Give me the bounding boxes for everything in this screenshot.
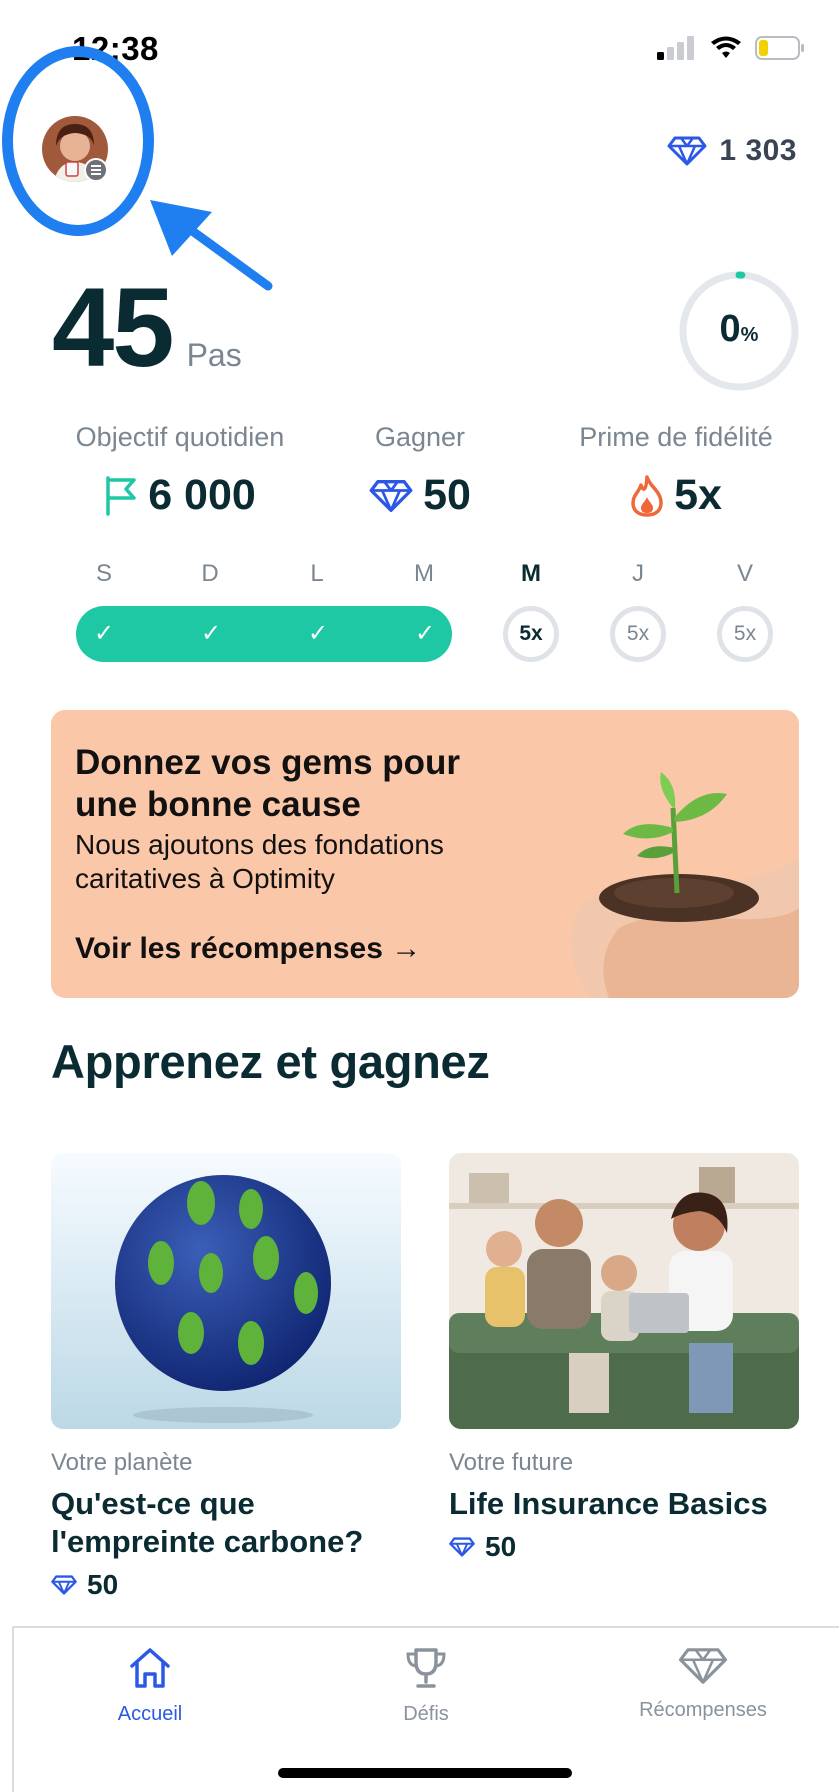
carbon-footprint-image [51, 1153, 401, 1429]
section-title: Apprenez et gagnez [51, 1035, 490, 1088]
signal-icon [657, 36, 694, 60]
day-label: L [310, 560, 324, 587]
step-count: 45 [52, 265, 175, 390]
home-indicator [278, 1768, 572, 1778]
status-time: 12:38 [72, 30, 159, 67]
gem-icon [678, 1648, 728, 1684]
view-rewards-link[interactable]: Voir les récompenses → [75, 932, 421, 966]
flame-icon [631, 474, 663, 517]
promo-title: Donnez vos gems pour une bonne cause [75, 743, 461, 824]
gem-icon [51, 1575, 77, 1595]
step-counter: 45 Pas [52, 272, 242, 384]
check-icon: ✓ [200, 620, 222, 647]
card-category: Votre planète [51, 1449, 193, 1476]
progress-percent: 0% [678, 308, 800, 351]
stat-earn: Gagner 50 [320, 422, 520, 520]
card-gems-value: 50 [485, 1531, 517, 1562]
card-title: Life Insurance Basics [449, 1486, 768, 1521]
day-label-today: M [521, 560, 541, 587]
card-title: Qu'est-ce que l'empreinte carbone? [51, 1486, 364, 1559]
gem-icon [369, 479, 413, 512]
battery-icon [755, 36, 804, 60]
stat-loyalty-bonus: Prime de fidélité 5x [556, 422, 796, 520]
stat-label: Gagner [374, 422, 466, 452]
card-reward: 50 [449, 1531, 799, 1563]
day-label: S [95, 560, 112, 587]
day-multiplier: 5x [610, 606, 666, 662]
family-image [449, 1153, 799, 1429]
stat-value: 5x [674, 471, 722, 519]
status-bar: 12:38 [0, 0, 839, 90]
streak-progress-bar: ✓ ✓ ✓ ✓ [76, 606, 452, 662]
tab-challenges[interactable]: Défis [326, 1646, 526, 1726]
card-category: Votre future [449, 1449, 574, 1476]
lesson-card[interactable]: Votre future Life Insurance Basics 50 [449, 1153, 799, 1563]
promo-subtitle: Nous ajoutons des fondations caritatives… [75, 829, 444, 894]
day-label: D [201, 560, 219, 587]
trophy-icon [406, 1648, 446, 1688]
family-on-couch-photo [449, 1153, 799, 1429]
gems-balance-value: 1 303 [719, 134, 797, 167]
promo-banner[interactable]: Donnez vos gems pour une bonne cause Nou… [51, 710, 799, 998]
stat-value: 50 [423, 471, 471, 519]
flag-icon [106, 475, 136, 516]
day-multiplier: 5x [717, 606, 773, 662]
step-unit: Pas [186, 337, 242, 373]
progress-value: 0 [719, 308, 741, 350]
gem-icon [449, 1537, 475, 1557]
card-gems-value: 50 [87, 1569, 119, 1600]
home-icon [130, 1648, 170, 1688]
status-icons [657, 36, 805, 60]
stat-value: 6 000 [148, 471, 256, 519]
stat-label: Objectif quotidien [75, 422, 285, 452]
day-label: V [736, 560, 753, 587]
stat-daily-goal: Objectif quotidien 6 000 [58, 422, 302, 520]
tab-label: Accueil [117, 1703, 183, 1725]
tab-label: Récompenses [639, 1699, 767, 1721]
day-multiplier-today: 5x [503, 606, 559, 662]
tab-rewards[interactable]: Récompenses [603, 1646, 803, 1722]
wifi-icon [711, 36, 741, 58]
check-icon: ✓ [414, 620, 436, 647]
tab-home[interactable]: Accueil [50, 1646, 250, 1726]
day-label: J [632, 560, 644, 587]
menu-badge-icon[interactable] [84, 158, 108, 182]
day-label: M [414, 560, 434, 587]
plant-in-hands-illustration [571, 772, 799, 998]
earth-footprints-illustration [51, 1153, 401, 1429]
lesson-card[interactable]: Votre planète Qu'est-ce que l'empreinte … [51, 1153, 401, 1601]
gem-icon [667, 136, 707, 166]
tab-label: Défis [403, 1703, 449, 1725]
check-icon: ✓ [307, 620, 329, 647]
check-icon: ✓ [93, 620, 115, 647]
stat-label: Prime de fidélité [579, 422, 773, 452]
progress-suffix: % [740, 324, 759, 346]
card-reward: 50 [51, 1569, 401, 1601]
gems-balance[interactable]: 1 303 [667, 134, 797, 168]
